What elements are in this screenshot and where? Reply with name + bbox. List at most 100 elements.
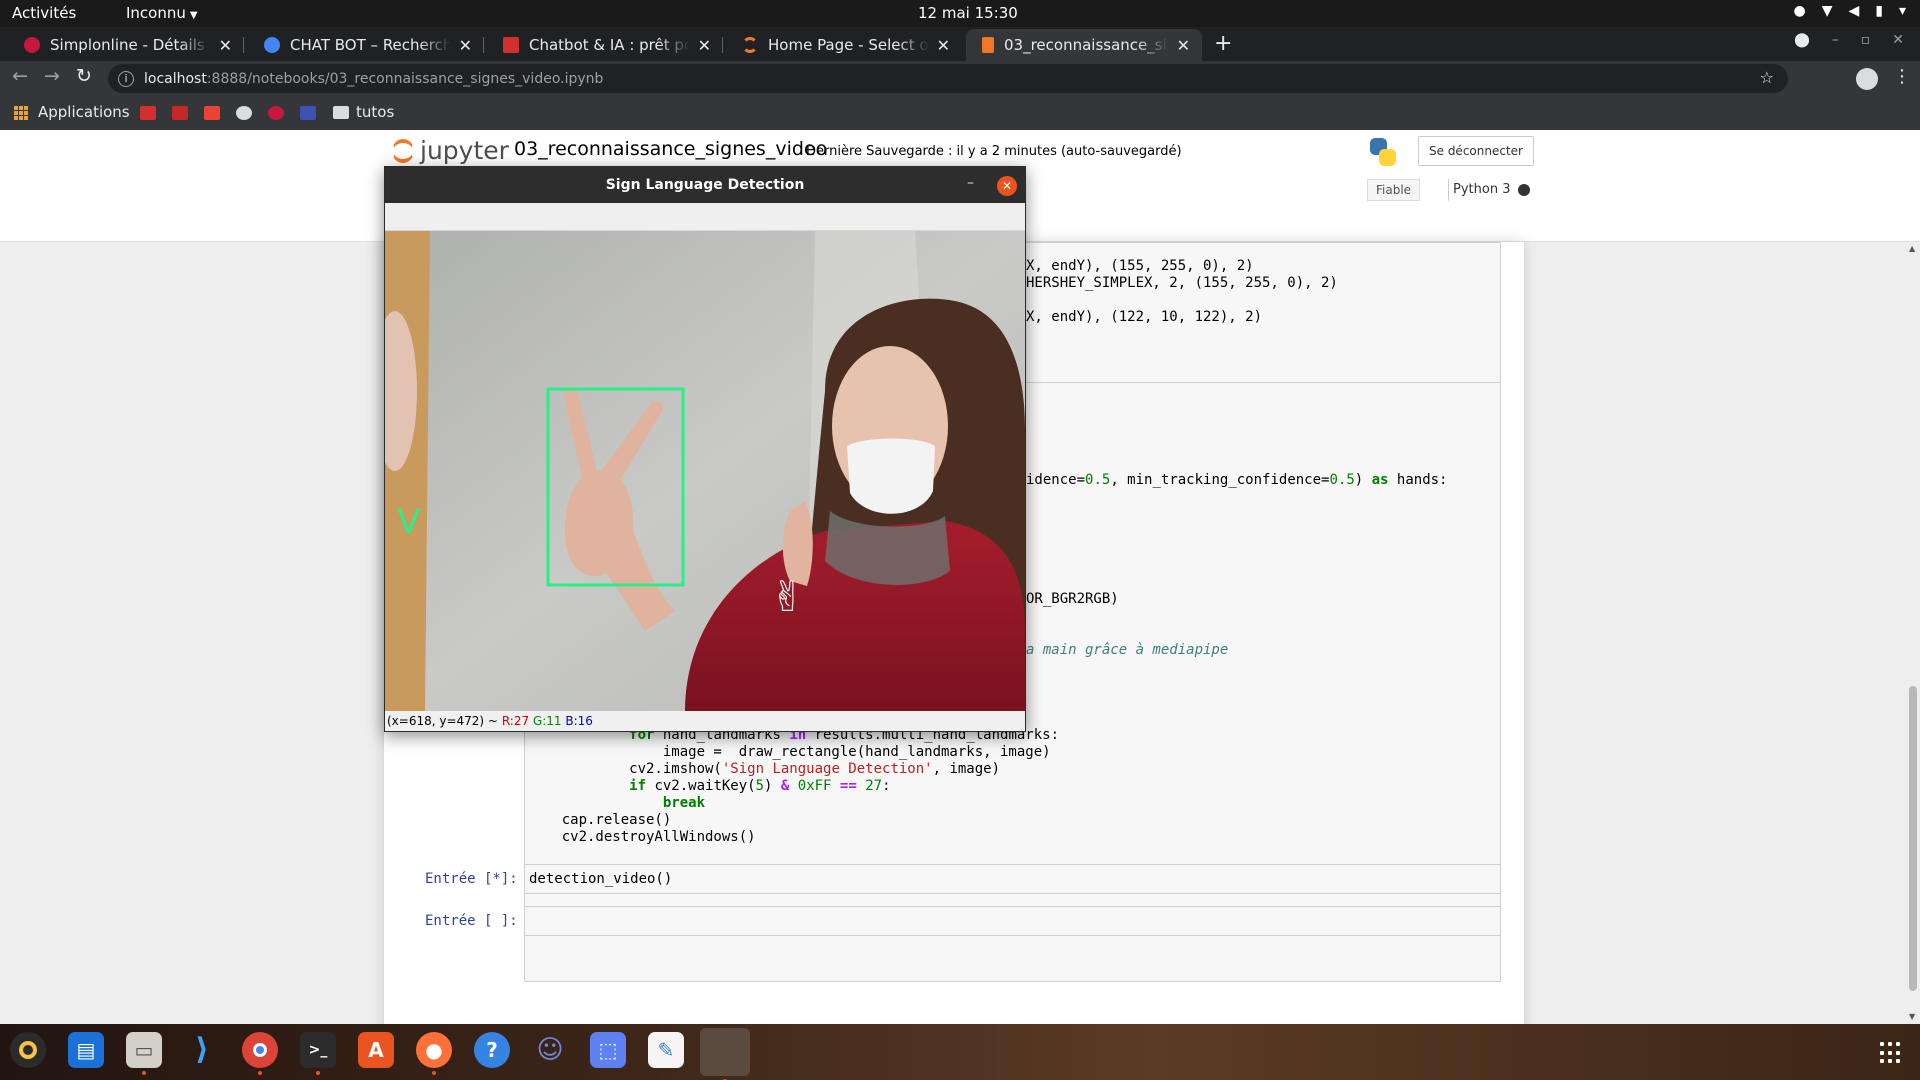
rhythmbox-icon[interactable] — [10, 1032, 46, 1068]
activities-button[interactable]: Activités — [12, 4, 76, 22]
logout-button[interactable]: Se déconnecter — [1418, 136, 1534, 166]
bookmark-applications[interactable]: Applications — [38, 103, 130, 121]
tab-jupyter-home[interactable]: Home Page - Select or create ✕ — [726, 29, 962, 61]
python-logo-icon — [1370, 138, 1396, 166]
trusted-indicator[interactable]: Fiable — [1367, 179, 1421, 201]
webcam-frame[interactable]: ✌ V — [385, 231, 1025, 711]
scroll-up-icon[interactable]: ▲ — [1909, 244, 1915, 253]
discord-tray-icon[interactable]: ● — [1793, 3, 1805, 19]
tab-notebook[interactable]: 03_reconnaissance_signes_video ✕ — [966, 29, 1202, 61]
jupyter-icon — [742, 37, 758, 53]
back-arrow-icon[interactable]: ← — [12, 65, 28, 87]
help-icon[interactable]: ? — [474, 1032, 510, 1068]
app-menu[interactable]: Inconnu ▼ — [126, 4, 198, 22]
tab-separator — [722, 37, 723, 53]
python-window-icon[interactable] — [700, 1028, 750, 1080]
pixel-red-value: R:27 — [501, 714, 530, 728]
url-path: :8888/notebooks/03_reconnaissance_signes… — [206, 70, 604, 87]
files-icon[interactable]: ▭ — [126, 1032, 162, 1075]
close-window-icon[interactable]: ✕ — [1892, 32, 1904, 48]
browser-tab-strip: Simplonline - Détails d'une ✕ CHAT BOT –… — [0, 27, 1920, 61]
pixel-green-value: G:11 — [532, 714, 562, 728]
close-icon[interactable]: ✕ — [997, 176, 1017, 196]
dock: ▤ ▭ ⟩ >_ A ● ? ☺ ⬚ ✎ — [0, 1024, 1920, 1080]
close-icon[interactable]: ✕ — [698, 36, 711, 55]
article-site-icon — [503, 37, 519, 53]
hoodie-logo: ✌ — [770, 572, 805, 621]
clock[interactable]: 12 mai 15:30 — [918, 4, 1018, 22]
scrollbar-thumb[interactable] — [1909, 686, 1917, 991]
terminal-icon[interactable]: >_ — [300, 1032, 336, 1075]
software-center-icon[interactable]: A — [358, 1032, 394, 1068]
bookmark-folder-tutos[interactable]: tutos — [356, 103, 394, 121]
jupyter-logo[interactable]: jupyter — [392, 136, 509, 165]
tab-search-icon[interactable]: ⬤ — [1794, 32, 1810, 48]
window-titlebar[interactable]: Sign Language Detection – ✕ — [385, 167, 1025, 203]
minimize-icon[interactable]: – — [1832, 32, 1839, 48]
libreoffice-writer-icon[interactable]: ▤ — [68, 1032, 104, 1068]
wifi-icon: ▼ — [1821, 3, 1833, 19]
hourglass-icon — [982, 37, 994, 53]
app-menu-label: Inconnu — [126, 4, 186, 22]
window-toolbar — [385, 203, 1025, 231]
detected-letter: V — [397, 502, 420, 542]
notebook-name[interactable]: 03_reconnaissance_signes_video — [514, 138, 827, 160]
pixel-status-bar: (x=618, y=472) ~ R:27 G:11 B:16 — [387, 714, 593, 728]
address-bar[interactable]: i localhost:8888/notebooks/03_reconnaiss… — [108, 64, 1788, 93]
bookmark-isen-icon[interactable] — [140, 106, 156, 120]
scroll-down-icon[interactable]: ▼ — [1909, 1012, 1915, 1021]
close-icon[interactable]: ✕ — [1177, 36, 1190, 55]
screenshot-icon[interactable]: ⬚ — [590, 1032, 626, 1068]
apps-grid-icon — [14, 106, 28, 120]
bookmark-github-icon[interactable] — [236, 106, 252, 120]
bookmark-site-icon[interactable] — [300, 106, 316, 120]
tab-chatbot-ia[interactable]: Chatbot & IA : prêt pour une ✕ — [487, 29, 723, 61]
text-editor-icon[interactable]: ✎ — [648, 1032, 684, 1068]
power-menu-icon[interactable]: ▾ — [1899, 3, 1906, 19]
jupyter-orbit-icon — [392, 138, 414, 163]
chevron-down-icon: ▼ — [189, 10, 198, 21]
window-controls: ⬤ – ▫ ✕ — [1794, 32, 1904, 48]
firefox-icon[interactable]: ● — [416, 1032, 452, 1075]
code-line: detection_video() — [529, 871, 673, 887]
bookmark-gmail-icon[interactable] — [204, 106, 220, 120]
tab-label: Chatbot & IA : prêt pour une — [529, 36, 690, 54]
page-scrollbar[interactable]: ▲ ▼ — [1906, 242, 1920, 1024]
code-line-hands: idence=0.5, min_tracking_confidence=0.5)… — [1026, 472, 1448, 488]
google-icon — [264, 37, 280, 53]
new-tab-button[interactable]: + — [1214, 31, 1232, 56]
forward-arrow-icon[interactable]: → — [44, 65, 60, 87]
bookmark-isen-icon[interactable] — [172, 106, 188, 120]
tab-simplonline[interactable]: Simplonline - Détails d'une ✕ — [8, 29, 244, 61]
bookmark-star-icon[interactable]: ☆ — [1760, 68, 1774, 87]
empty-code-input[interactable] — [524, 906, 1501, 936]
tab-google-search[interactable]: CHAT BOT – Recherche Google ✕ — [248, 29, 484, 61]
reload-icon[interactable]: ↻ — [76, 65, 92, 87]
show-applications-icon[interactable] — [1880, 1042, 1902, 1064]
opencv-window[interactable]: Sign Language Detection – ✕ ✌ V (x=618, … — [384, 166, 1026, 732]
code-line-bgr: OR_BGR2RGB) — [1026, 591, 1119, 607]
kernel-busy-icon — [1518, 184, 1531, 196]
close-icon[interactable]: ✕ — [937, 36, 950, 55]
cursor-coordinates: (x=618, y=472) ~ — [387, 714, 498, 728]
vscode-icon[interactable]: ⟩ — [184, 1032, 220, 1068]
system-tray[interactable]: ● ▼ ◀ ▮ ▾ — [1793, 3, 1906, 19]
site-info-icon[interactable]: i — [118, 70, 134, 87]
profile-avatar[interactable] — [1856, 68, 1878, 90]
volume-icon: ◀ — [1848, 3, 1860, 19]
maximize-icon[interactable]: ▫ — [1861, 32, 1871, 48]
gnome-top-bar: Activités Inconnu ▼ 12 mai 15:30 ● ▼ ◀ ▮ … — [0, 0, 1920, 27]
code-line: X, endY), (155, 255, 0), 2) HERSHEY_SIMP… — [1026, 258, 1338, 325]
url-host: localhost — [144, 70, 207, 87]
close-icon[interactable]: ✕ — [459, 36, 472, 55]
close-icon[interactable]: ✕ — [219, 36, 232, 55]
chrome-icon[interactable] — [242, 1032, 278, 1075]
tab-separator — [483, 37, 484, 53]
tab-label: 03_reconnaissance_signes_video — [1004, 36, 1169, 54]
more-menu-icon[interactable]: ⋮ — [1893, 66, 1911, 87]
minimize-icon[interactable]: – — [967, 176, 974, 190]
browser-toolbar: ← → ↻ i localhost:8888/notebooks/03_reco… — [0, 61, 1920, 96]
bookmark-simplon-icon[interactable] — [268, 106, 284, 120]
webcam-image: ✌ V — [385, 231, 1025, 711]
discord-icon[interactable]: ☺ — [532, 1032, 568, 1068]
